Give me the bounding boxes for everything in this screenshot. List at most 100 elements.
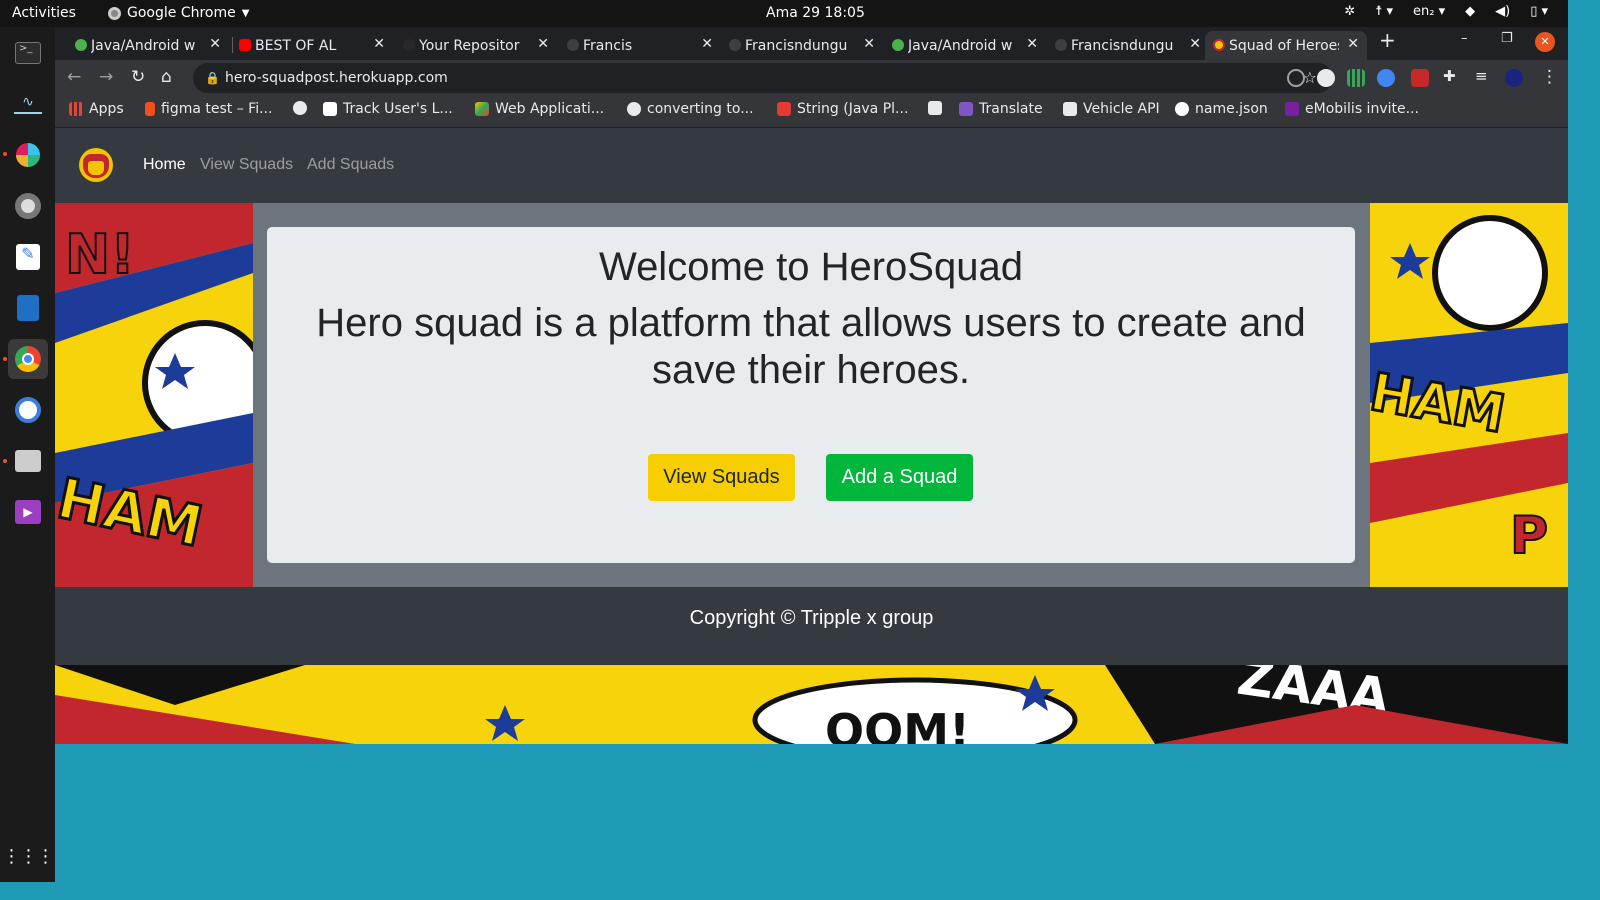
close-icon[interactable]: ✕ (537, 36, 549, 52)
bookmark-item[interactable]: eMobilis invite... (1285, 101, 1419, 117)
settings-icon[interactable] (8, 186, 48, 226)
terminal-icon[interactable]: >_ (8, 33, 48, 73)
chrome-dock-icon[interactable] (8, 339, 48, 379)
close-icon[interactable]: ✕ (863, 36, 875, 52)
ironman-logo-icon[interactable] (79, 148, 113, 182)
accessibility-icon[interactable]: ☨ ▾ (1375, 4, 1393, 19)
new-tab-button[interactable]: + (1379, 28, 1396, 52)
slack-tray-icon[interactable]: ✲ (1344, 4, 1355, 19)
url-text: hero-squadpost.herokuapp.com (225, 70, 448, 86)
nav-view-squads[interactable]: View Squads (200, 156, 293, 174)
close-icon[interactable]: ✕ (701, 36, 713, 52)
wifi-icon[interactable]: ◆ (1465, 4, 1475, 19)
tab[interactable]: Your Repositor ✕ (395, 31, 557, 60)
tab-bar: Java/Android w ✕ BEST OF AL ✕ Your Repos… (55, 27, 1568, 60)
bookmark-item[interactable]: figma test – Fi... (145, 101, 272, 117)
close-icon[interactable]: ✕ (1347, 36, 1359, 52)
tab[interactable]: Francis ✕ (559, 31, 721, 60)
restore-button[interactable]: ❐ (1501, 31, 1513, 46)
running-indicator (3, 459, 7, 463)
tab-title: BEST OF AL (255, 37, 337, 54)
bookmark-item[interactable]: Vehicle API (1063, 101, 1160, 117)
document-icon (1063, 102, 1077, 116)
extension-icon[interactable] (1287, 69, 1305, 87)
language-indicator[interactable]: en₂ ▾ (1413, 4, 1445, 19)
reload-icon[interactable]: ↻ (131, 67, 145, 87)
tab[interactable]: Java/Android w ✕ (884, 31, 1046, 60)
extension-icon[interactable] (1347, 69, 1365, 87)
files-icon[interactable] (8, 441, 48, 481)
activities-button[interactable]: Activities (12, 5, 76, 21)
extension-icon[interactable] (1317, 69, 1335, 87)
system-tray: ✲ ☨ ▾ en₂ ▾ ◆ ◀) ▯ ▾ (1344, 4, 1548, 19)
app-name: Google Chrome (127, 5, 236, 21)
app-menu[interactable]: Google Chrome ▼ (108, 5, 249, 21)
tab-active[interactable]: Squad of Heroes ✕ (1205, 31, 1367, 60)
nav-add-squads[interactable]: Add Squads (307, 156, 394, 174)
bookmark-item[interactable] (293, 101, 307, 115)
volume-icon[interactable]: ◀) (1495, 4, 1510, 19)
translate-icon (959, 102, 973, 116)
avatar[interactable] (1505, 69, 1523, 87)
figma-icon (145, 102, 155, 116)
tab[interactable]: BEST OF AL ✕ (231, 31, 393, 60)
bookmark-apps[interactable]: Apps (69, 101, 124, 117)
ironman-favicon-icon (1213, 39, 1225, 51)
os-top-bar: Activities Google Chrome ▼ Ama 29 18:05 … (0, 0, 1568, 27)
bookmark-item[interactable]: Web Applicati... (475, 101, 604, 117)
copyright-text: Copyright © Tripple x group (689, 607, 934, 629)
welcome-heading: Welcome to HeroSquad (599, 245, 1023, 289)
system-monitor-icon[interactable]: ∿ (8, 84, 48, 124)
video-player-icon[interactable]: ▶ (8, 492, 48, 532)
close-icon[interactable]: ✕ (1189, 36, 1201, 52)
forward-arrow-icon[interactable]: → (99, 67, 113, 87)
media-icon[interactable]: ≡ (1475, 67, 1488, 85)
bookmark-item[interactable]: String (Java Pl... (777, 101, 908, 117)
clock[interactable]: Ama 29 18:05 (766, 5, 865, 21)
site-navbar: Home View Squads Add Squads (55, 128, 1568, 203)
nav-home[interactable]: Home (143, 156, 186, 174)
minimize-button[interactable]: – (1461, 31, 1468, 46)
add-squad-button[interactable]: Add a Squad (826, 454, 973, 501)
tab[interactable]: Francisndungu ✕ (1047, 31, 1209, 60)
emobilis-icon (1285, 102, 1299, 116)
text-editor-icon[interactable]: ✎ (8, 237, 48, 277)
tab[interactable]: Francisndungu ✕ (721, 31, 883, 60)
close-icon[interactable]: ✕ (209, 36, 221, 52)
bookmark-item[interactable]: converting to... (627, 101, 754, 117)
extension-icon[interactable] (1411, 69, 1429, 87)
drive-icon (475, 102, 489, 116)
close-window-button[interactable]: ✕ (1535, 32, 1555, 52)
home-icon[interactable]: ⌂ (161, 67, 172, 87)
content-wrapper: Welcome to HeroSquad Hero squad is a pla… (253, 203, 1370, 587)
running-indicator (3, 152, 7, 156)
view-squads-button[interactable]: View Squads (648, 454, 795, 501)
tab-title: Francisndungu (1071, 37, 1174, 54)
bookmark-item[interactable]: name.json (1175, 101, 1268, 117)
slack-icon[interactable] (8, 135, 48, 175)
bookmark-item[interactable]: Translate (959, 101, 1043, 117)
address-bar[interactable]: 🔒 hero-squadpost.herokuapp.com ☆ (193, 63, 1333, 93)
github-icon (403, 39, 415, 51)
android-studio-icon[interactable] (8, 390, 48, 430)
comic-background-left: N! HAM (55, 203, 253, 587)
battery-icon[interactable]: ▯ ▾ (1530, 4, 1548, 19)
extension-icon[interactable] (1377, 69, 1395, 87)
oracle-icon (777, 102, 791, 116)
github-icon (1055, 39, 1067, 51)
back-arrow-icon[interactable]: ← (67, 67, 81, 87)
globe-icon (627, 102, 641, 116)
tab-title: Java/Android w (91, 37, 196, 54)
tab-favicon-icon (892, 39, 904, 51)
chevron-down-icon: ▼ (241, 7, 250, 19)
kebab-menu-icon[interactable]: ⋮ (1541, 67, 1558, 87)
close-icon[interactable]: ✕ (1026, 36, 1038, 52)
puzzle-icon[interactable]: ✚ (1443, 67, 1456, 85)
bookmark-item[interactable]: Track User's L... (323, 101, 453, 117)
svg-text:P: P (1510, 506, 1548, 566)
writer-icon[interactable] (8, 288, 48, 328)
close-icon[interactable]: ✕ (373, 36, 385, 52)
bookmark-item[interactable] (928, 101, 942, 115)
tab[interactable]: Java/Android w ✕ (67, 31, 229, 60)
show-apps-icon[interactable]: ⋮⋮⋮ (3, 837, 55, 877)
